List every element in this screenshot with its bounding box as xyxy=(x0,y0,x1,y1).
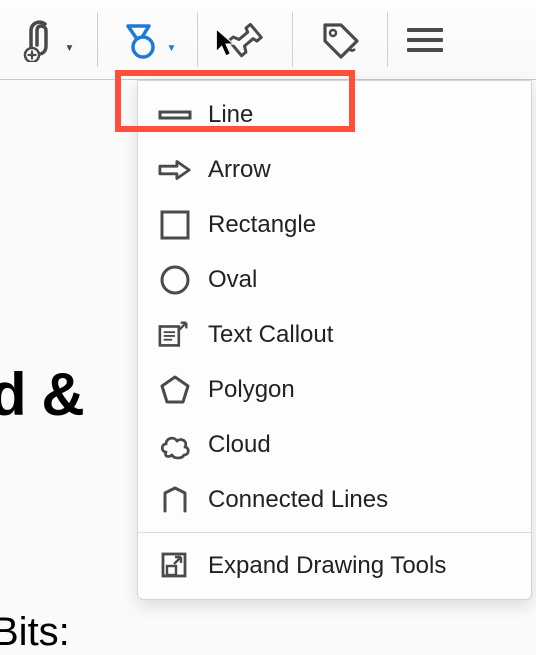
hamburger-icon xyxy=(407,28,443,52)
menu-item-label: Text Callout xyxy=(208,321,333,349)
menu-item-label: Line xyxy=(208,101,253,129)
toolbar-divider xyxy=(97,12,98,67)
menu-item-oval[interactable]: Oval xyxy=(138,252,531,307)
shapes-button[interactable]: ▼ xyxy=(110,10,185,70)
menu-item-label: Oval xyxy=(208,266,257,294)
menu-item-rectangle[interactable]: Rectangle xyxy=(138,197,531,252)
tag-button[interactable] xyxy=(305,10,375,70)
line-icon xyxy=(158,98,192,132)
toolbar-divider xyxy=(387,12,388,67)
menu-item-cloud[interactable]: Cloud xyxy=(138,417,531,472)
menu-item-connected-lines[interactable]: Connected Lines xyxy=(138,472,531,527)
menu-item-line[interactable]: Line xyxy=(138,87,531,142)
shapes-dropdown-menu: Line Arrow Rectangle Oval xyxy=(137,80,532,600)
more-button[interactable] xyxy=(400,10,450,70)
chevron-down-icon: ▼ xyxy=(167,43,177,54)
rectangle-icon xyxy=(158,208,192,242)
menu-separator xyxy=(138,532,531,533)
menu-item-label: Rectangle xyxy=(208,211,316,239)
cloud-icon xyxy=(158,428,192,462)
menu-item-label: Expand Drawing Tools xyxy=(208,552,446,580)
menu-item-label: Polygon xyxy=(208,376,295,404)
menu-item-expand-drawing-tools[interactable]: Expand Drawing Tools xyxy=(138,538,531,593)
document-text-fragment: Bits: xyxy=(0,610,70,655)
menu-item-polygon[interactable]: Polygon xyxy=(138,362,531,417)
menu-item-label: Connected Lines xyxy=(208,486,388,514)
polygon-icon xyxy=(158,373,192,407)
pushpin-icon xyxy=(225,20,265,60)
document-text-fragment: d & xyxy=(0,360,84,429)
menu-item-label: Cloud xyxy=(208,431,271,459)
shapes-icon xyxy=(119,18,163,62)
oval-icon xyxy=(158,263,192,297)
toolbar-divider xyxy=(292,12,293,67)
arrow-icon xyxy=(158,153,192,187)
connected-lines-icon xyxy=(158,483,192,517)
chevron-down-icon: ▼ xyxy=(65,43,75,54)
attach-button[interactable]: ▼ xyxy=(10,10,85,70)
text-callout-icon xyxy=(158,318,192,352)
toolbar: ▼ ▼ xyxy=(0,0,536,80)
pin-button[interactable] xyxy=(210,10,280,70)
toolbar-divider xyxy=(197,12,198,67)
menu-item-text-callout[interactable]: Text Callout xyxy=(138,307,531,362)
expand-icon xyxy=(158,549,192,583)
paperclip-plus-icon xyxy=(21,18,61,62)
menu-item-arrow[interactable]: Arrow xyxy=(138,142,531,197)
menu-item-label: Arrow xyxy=(208,156,271,184)
tag-icon xyxy=(319,19,361,61)
